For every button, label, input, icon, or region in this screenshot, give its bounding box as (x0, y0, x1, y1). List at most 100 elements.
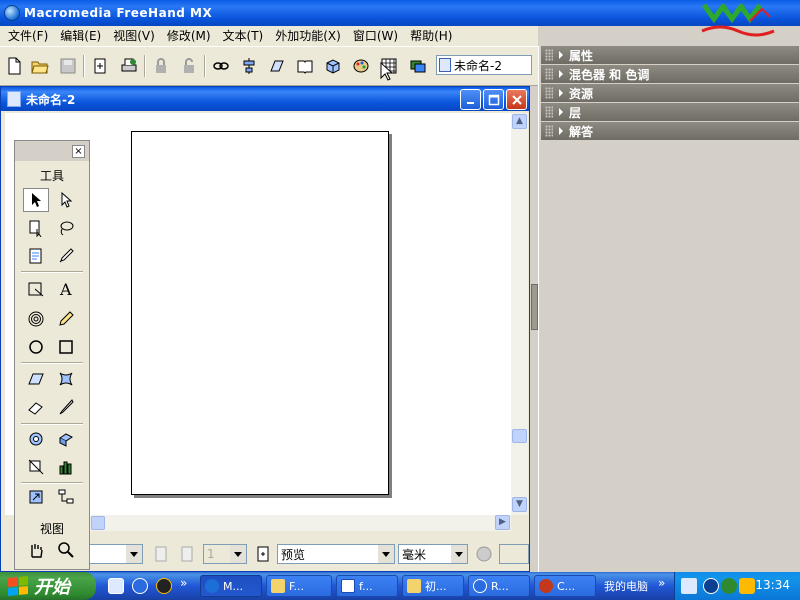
security-shield-icon[interactable] (739, 578, 755, 594)
grip-icon[interactable] (545, 106, 553, 118)
dock-collapse-handle[interactable] (531, 284, 538, 330)
knife-tool[interactable] (53, 395, 79, 419)
grip-icon[interactable] (545, 49, 553, 61)
unlock-button[interactable] (178, 55, 200, 77)
eyedropper-tool[interactable] (53, 244, 79, 268)
chevron-down-icon[interactable] (451, 545, 467, 563)
undo-history-icon[interactable] (476, 546, 492, 562)
pen-tool[interactable] (23, 277, 49, 301)
menu-xtras[interactable]: 外加功能(X) (269, 26, 347, 46)
open-button[interactable] (29, 55, 51, 77)
color-palette-button[interactable] (350, 55, 372, 77)
page-tool[interactable] (23, 216, 49, 240)
document-title-bar[interactable]: 未命名-2 (1, 87, 529, 111)
hierarchy-tool[interactable] (53, 485, 79, 509)
rotate-tool[interactable] (23, 427, 49, 451)
scroll-up-icon[interactable]: ▲ (512, 114, 527, 129)
freeform-tool[interactable] (23, 367, 49, 391)
show-desktop-icon[interactable] (108, 578, 124, 594)
grip-icon[interactable] (545, 68, 553, 80)
lasso-tool[interactable] (53, 216, 79, 240)
menu-view[interactable]: 视图(V) (107, 26, 161, 46)
next-page-icon[interactable] (179, 546, 195, 562)
text-tool[interactable]: A (53, 277, 79, 301)
menu-text[interactable]: 文本(T) (217, 26, 270, 46)
3d-object-button[interactable] (322, 55, 344, 77)
menu-modify[interactable]: 修改(M) (161, 26, 217, 46)
import-button[interactable] (89, 55, 111, 77)
zoom-tool[interactable] (53, 538, 79, 562)
tools-close-icon[interactable]: × (72, 145, 85, 158)
minimize-button[interactable] (460, 89, 481, 110)
subselect-tool[interactable] (53, 188, 79, 212)
task-f-document[interactable]: f... (336, 575, 398, 597)
pencil-tool[interactable] (53, 307, 79, 331)
page-number-dropdown[interactable]: 1 (203, 544, 247, 564)
menu-file[interactable]: 文件(F) (2, 26, 54, 46)
eraser-tool[interactable] (23, 395, 49, 419)
add-page-icon[interactable] (255, 546, 271, 562)
align-button[interactable] (238, 55, 260, 77)
grip-icon[interactable] (545, 125, 553, 137)
horizontal-scroll-thumb[interactable] (91, 516, 105, 530)
panel-layers[interactable]: 层 (541, 103, 799, 121)
network-icon[interactable] (721, 578, 737, 594)
my-computer-toolbar-label[interactable]: 我的电脑 (604, 578, 648, 594)
transform-button[interactable] (266, 55, 288, 77)
rectangle-tool[interactable] (53, 335, 79, 359)
trace-tool[interactable] (23, 244, 49, 268)
ellipse-tool[interactable] (23, 335, 49, 359)
task-c-app[interactable]: C... (534, 575, 596, 597)
chevron-down-icon[interactable] (378, 545, 394, 563)
panel-properties[interactable]: 属性 (541, 46, 799, 64)
start-button[interactable]: 开始 (0, 572, 96, 600)
document-switcher-dropdown[interactable]: 未命名-2 (436, 55, 532, 75)
vertical-scroll-thumb[interactable] (512, 429, 527, 443)
menu-help[interactable]: 帮助(H) (404, 26, 458, 46)
system-clock[interactable]: 13:34 (755, 578, 790, 592)
chart-tool[interactable] (53, 455, 79, 479)
document-page[interactable] (131, 131, 389, 495)
save-button[interactable] (57, 55, 79, 77)
task-f-window[interactable]: F... (266, 575, 332, 597)
magnification-dropdown[interactable] (89, 544, 143, 564)
link-button[interactable] (210, 55, 232, 77)
envelope-tool[interactable] (53, 367, 79, 391)
units-dropdown[interactable]: 毫米 (398, 544, 468, 564)
vertical-scrollbar[interactable]: ▲ ▼ (511, 113, 528, 515)
scroll-right-icon[interactable]: ▶ (495, 515, 510, 530)
render-mode-dropdown[interactable]: 预览 (277, 544, 395, 564)
task-folder[interactable]: 初... (402, 575, 464, 597)
grip-icon[interactable] (545, 87, 553, 99)
spiral-tool[interactable] (23, 307, 49, 331)
media-player-icon[interactable] (132, 578, 148, 594)
new-document-button[interactable] (3, 55, 25, 77)
menu-window[interactable]: 窗口(W) (347, 26, 404, 46)
panel-mixer-tints[interactable]: 混色器 和 色调 (541, 65, 799, 83)
panel-assets[interactable]: 资源 (541, 84, 799, 102)
library-button[interactable] (294, 55, 316, 77)
chevron-down-icon[interactable] (230, 545, 246, 563)
print-button[interactable] (118, 55, 140, 77)
keyboard-icon[interactable] (681, 578, 697, 594)
horizontal-scrollbar[interactable]: ▶ (89, 515, 511, 531)
extrude-tool[interactable] (53, 427, 79, 451)
connector-tool[interactable] (23, 485, 49, 509)
quicklaunch-more-icon[interactable]: » (180, 576, 187, 590)
hand-tool[interactable] (23, 538, 49, 562)
tray-expand-icon[interactable] (703, 578, 719, 594)
chevron-down-icon[interactable] (126, 545, 142, 563)
layers-button[interactable] (407, 55, 429, 77)
qq-icon[interactable] (156, 578, 172, 594)
pointer-tool[interactable] (23, 188, 49, 212)
maximize-button[interactable] (483, 89, 504, 110)
scroll-down-icon[interactable]: ▼ (512, 497, 527, 512)
close-button[interactable] (506, 89, 527, 110)
app-title-bar[interactable]: Macromedia FreeHand MX (0, 0, 800, 26)
shadow-tool[interactable] (23, 455, 49, 479)
previous-page-icon[interactable] (153, 546, 169, 562)
toolbar-more-icon[interactable]: » (658, 576, 665, 590)
panel-answers[interactable]: 解答 (541, 122, 799, 140)
lock-button[interactable] (150, 55, 172, 77)
menu-edit[interactable]: 编辑(E) (54, 26, 107, 46)
